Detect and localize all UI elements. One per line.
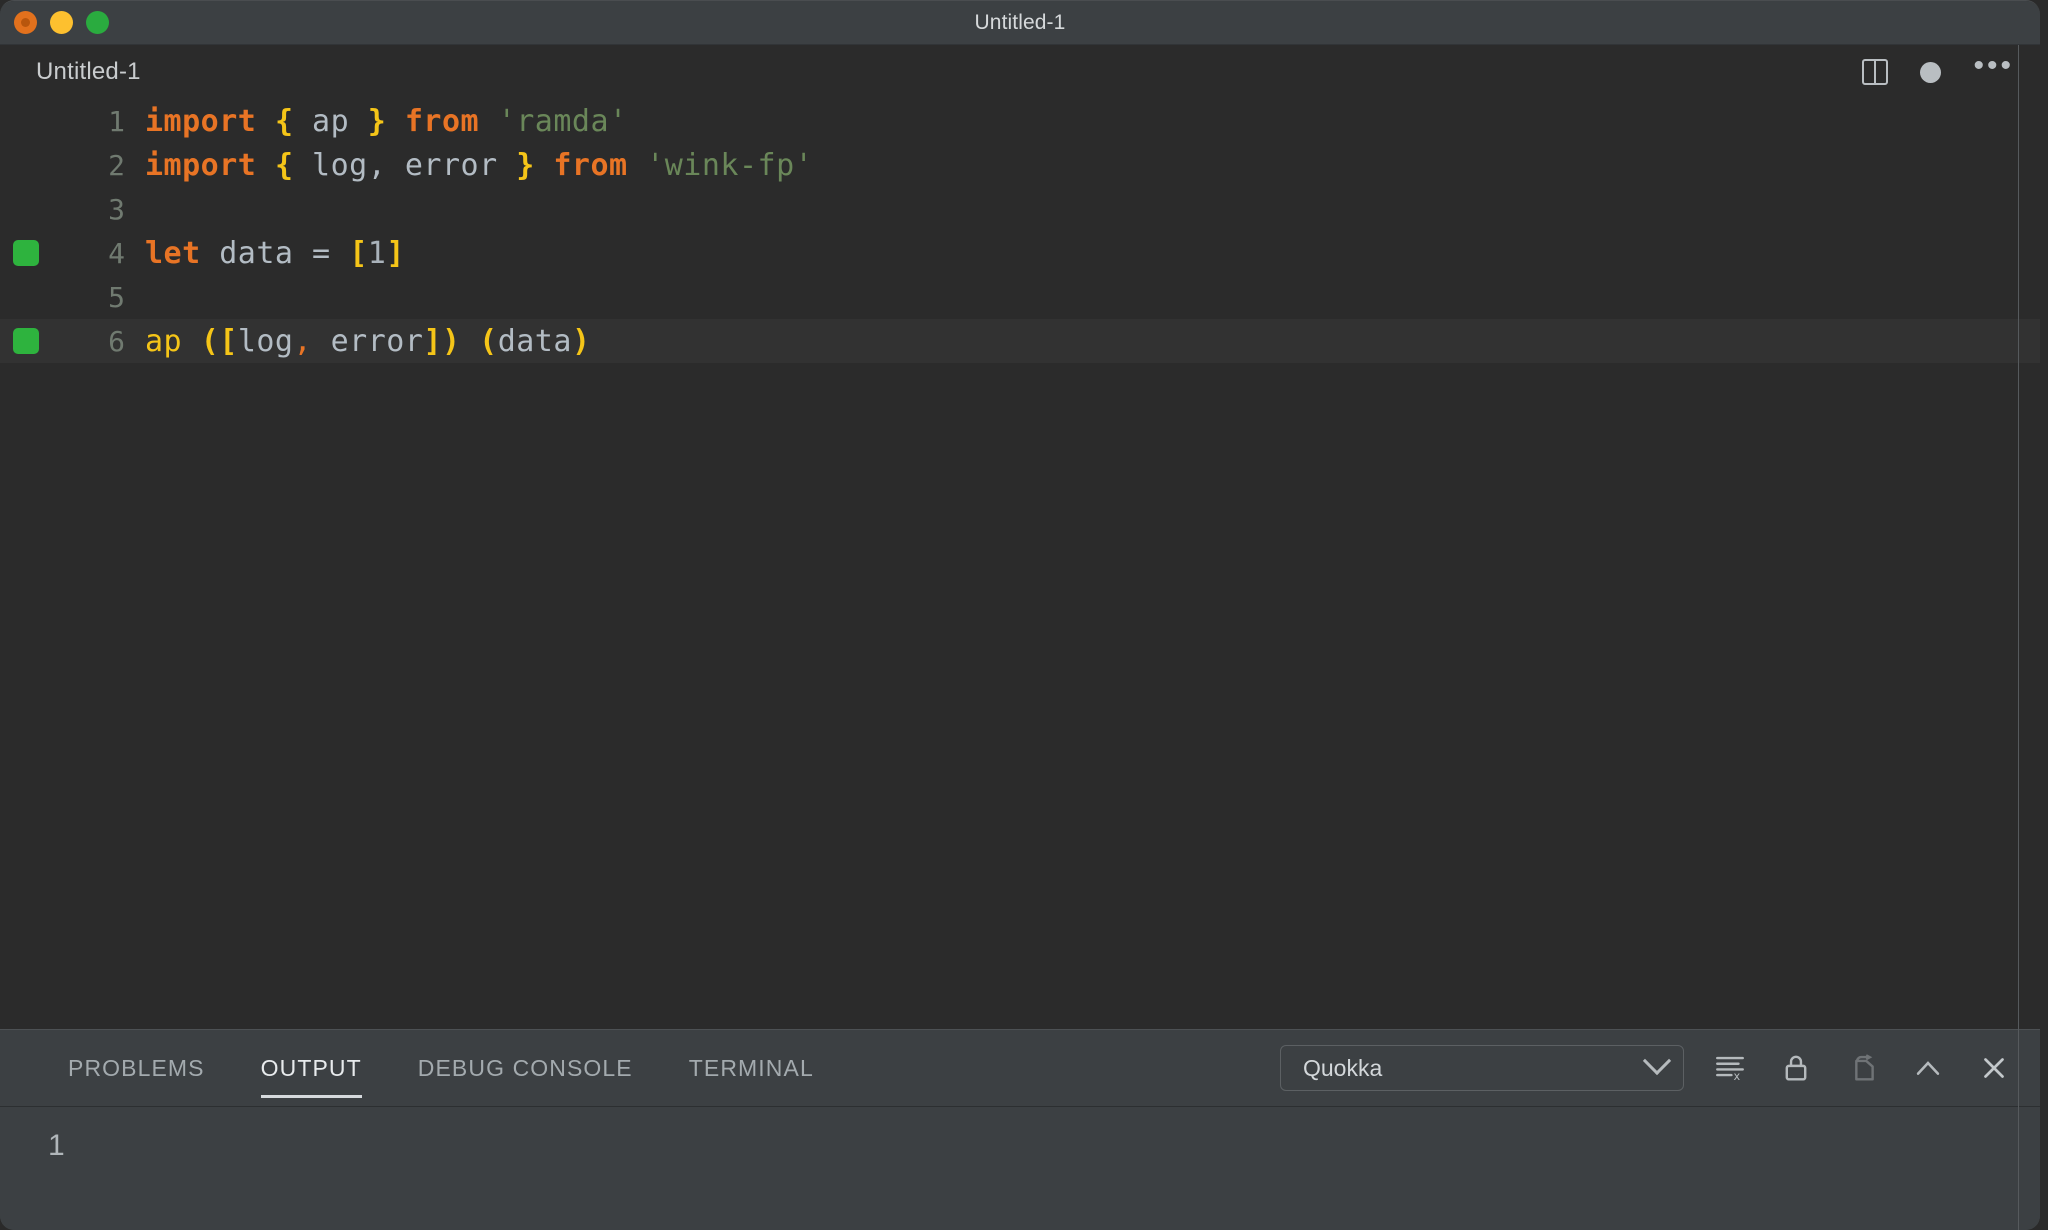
- panel-tab-terminal[interactable]: TERMINAL: [661, 1030, 842, 1106]
- code-text: let data = [1]: [145, 236, 405, 271]
- token: data: [497, 323, 572, 359]
- code-line-4[interactable]: 4 let data = [1]: [0, 231, 2040, 275]
- panel-header: PROBLEMS OUTPUT DEBUG CONSOLE TERMINAL Quok…: [0, 1030, 2040, 1106]
- code-lines: 1 import { ap } from 'ramda' 2 import { log…: [0, 99, 2040, 363]
- chevron-up-icon: [1916, 1061, 1940, 1075]
- window-edge-divider: [2018, 45, 2019, 1230]
- token: {: [274, 103, 294, 139]
- clear-output-button[interactable]: x: [1710, 1048, 1750, 1088]
- minimize-window-button[interactable]: [50, 11, 73, 34]
- editor-tab-untitled-1[interactable]: Untitled-1: [36, 58, 141, 86]
- token: from: [404, 103, 480, 139]
- more-actions-icon: •••: [1973, 49, 2014, 82]
- open-output-in-editor-button[interactable]: [1842, 1048, 1882, 1088]
- token: 'ramda': [497, 103, 628, 139]
- line-number: 1: [108, 104, 125, 138]
- output-content[interactable]: 1: [0, 1106, 2040, 1230]
- code-line-3[interactable]: 3: [0, 187, 2040, 231]
- token: {: [274, 147, 294, 183]
- output-line: 1: [48, 1129, 65, 1162]
- panel-tabs: PROBLEMS OUTPUT DEBUG CONSOLE TERMINAL: [40, 1030, 842, 1106]
- token: log, error: [293, 147, 517, 183]
- close-window-button[interactable]: [14, 11, 37, 34]
- token: import: [145, 147, 257, 183]
- token: data =: [200, 235, 350, 271]
- output-lines: 1: [48, 1129, 2040, 1163]
- token: 1: [367, 235, 387, 271]
- line-number: 4: [108, 236, 125, 270]
- close-icon: [1984, 1058, 2004, 1078]
- token: ]: [386, 235, 405, 271]
- token: ): [571, 323, 591, 359]
- panel-controls: Quokka x: [1280, 1045, 2014, 1091]
- editor-tab-actions: •••: [1862, 49, 2014, 85]
- token: from: [553, 147, 628, 183]
- open-in-editor-icon: [1855, 1054, 1874, 1081]
- window-controls: [14, 11, 109, 34]
- svg-text:x: x: [1734, 1069, 1741, 1083]
- split-editor-button[interactable]: [1862, 59, 1889, 85]
- close-panel-button[interactable]: [1974, 1048, 2014, 1088]
- unsaved-indicator[interactable]: [1920, 61, 1942, 83]
- line-number: 2: [108, 148, 125, 182]
- token: ap: [145, 323, 183, 359]
- maximize-window-button[interactable]: [86, 11, 109, 34]
- output-source-value: Quokka: [1303, 1054, 1383, 1081]
- code-text: import { log, error } from 'wink-fp': [145, 148, 813, 183]
- line-number: 3: [108, 192, 125, 226]
- code-line-1[interactable]: 1 import { ap } from 'ramda': [0, 99, 2040, 143]
- more-actions-button[interactable]: •••: [1973, 49, 2014, 84]
- code-text: import { ap } from 'ramda': [145, 104, 628, 139]
- code-line-2[interactable]: 2 import { log, error } from 'wink-fp': [0, 143, 2040, 187]
- panel-tab-problems[interactable]: PROBLEMS: [40, 1030, 233, 1106]
- line-number: 5: [108, 280, 125, 314]
- turn-auto-scrolling-off-button[interactable]: [1776, 1048, 1816, 1088]
- token: [: [349, 235, 368, 271]
- token: 'wink-fp': [646, 147, 814, 183]
- app-window: Untitled-1 Untitled-1 ••• 1 import { ap }…: [0, 0, 2040, 1230]
- token: ]): [423, 323, 461, 359]
- lock-icon: [1785, 1055, 1807, 1081]
- maximize-panel-button[interactable]: [1908, 1048, 1948, 1088]
- panel-tab-debug-console[interactable]: DEBUG CONSOLE: [390, 1030, 661, 1106]
- panel-tab-output[interactable]: OUTPUT: [233, 1030, 390, 1106]
- clear-output-icon: x: [1716, 1056, 1744, 1083]
- token: ,: [293, 323, 313, 359]
- line-number: 6: [108, 324, 125, 358]
- code-editor[interactable]: 1 import { ap } from 'ramda' 2 import { log…: [0, 99, 2040, 1029]
- token: }: [367, 103, 387, 139]
- editor-tabbar: Untitled-1 •••: [0, 45, 2040, 99]
- code-line-5[interactable]: 5: [0, 275, 2040, 319]
- token: import: [145, 103, 257, 139]
- bottom-panel: PROBLEMS OUTPUT DEBUG CONSOLE TERMINAL Quok…: [0, 1029, 2040, 1230]
- window-titlebar: Untitled-1: [0, 1, 2040, 45]
- token: (: [479, 323, 498, 359]
- chevron-down-icon: [1642, 1046, 1672, 1076]
- token: }: [516, 147, 535, 183]
- output-source-select[interactable]: Quokka: [1280, 1045, 1684, 1091]
- token: ([: [200, 323, 238, 359]
- window-title: Untitled-1: [974, 10, 1066, 34]
- code-line-6[interactable]: 6 ap ([log, error]) (data): [0, 319, 2040, 363]
- token: ap: [293, 103, 368, 139]
- token: error: [312, 323, 424, 359]
- split-editor-icon: [1862, 59, 1889, 85]
- token: let: [145, 235, 201, 271]
- token: log: [237, 323, 294, 359]
- code-text: ap ([log, error]) (data): [145, 324, 591, 359]
- unsaved-dot-icon: [1920, 61, 1942, 83]
